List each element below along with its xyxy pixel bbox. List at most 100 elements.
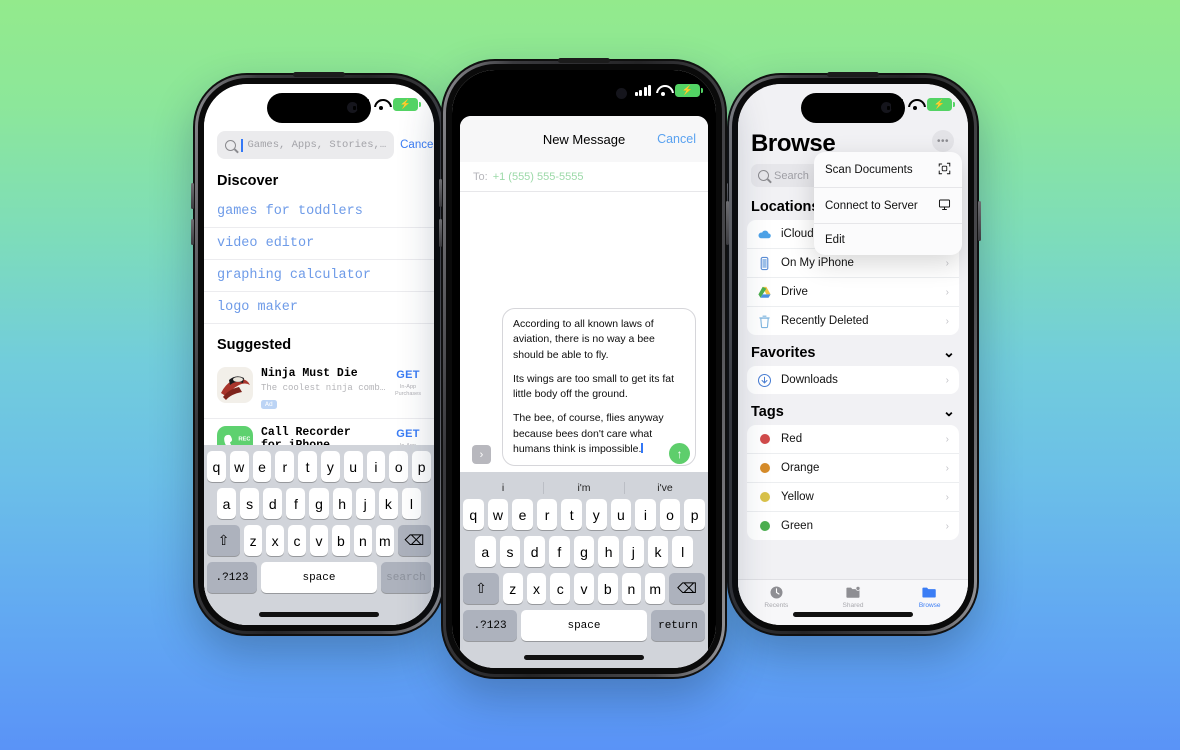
center-key-b[interactable]: b xyxy=(597,573,618,604)
home-indicator[interactable] xyxy=(259,612,379,617)
list-item-tag-green[interactable]: Green › xyxy=(747,512,959,540)
center-key-s[interactable]: s xyxy=(499,536,521,567)
left-key-p[interactable]: p xyxy=(412,451,431,482)
left-key-k[interactable]: k xyxy=(378,488,398,519)
left-key-d[interactable]: d xyxy=(263,488,283,519)
cancel-button[interactable]: Cancel xyxy=(400,139,434,151)
left-key-m[interactable]: m xyxy=(375,525,394,556)
left-key-u[interactable]: u xyxy=(343,451,363,482)
left-key-c[interactable]: c xyxy=(288,525,307,556)
tab-browse[interactable]: Browse xyxy=(891,584,968,609)
volume-up-button[interactable] xyxy=(439,179,442,207)
send-button[interactable]: ↑ xyxy=(669,443,690,464)
home-indicator[interactable] xyxy=(524,655,644,660)
center-key-q[interactable]: q xyxy=(463,499,484,530)
center-key-z[interactable]: z xyxy=(502,573,523,604)
discover-term-0[interactable]: games for toddlers xyxy=(204,196,434,228)
backspace-key[interactable]: ⌫ xyxy=(397,525,432,556)
left-key-z[interactable]: z xyxy=(244,525,263,556)
left-key-o[interactable]: o xyxy=(389,451,409,482)
center-key-h[interactable]: h xyxy=(598,536,620,567)
left-key-l[interactable]: l xyxy=(401,488,421,519)
left-key-t[interactable]: t xyxy=(298,451,317,482)
center-key-a[interactable]: a xyxy=(474,536,496,567)
menu-item-connect-to-server[interactable]: Connect to Server xyxy=(814,188,962,224)
list-item-recently-deleted[interactable]: Recently Deleted › xyxy=(747,307,959,335)
suggestion-0[interactable]: i xyxy=(463,481,544,494)
app-row[interactable]: Ninja Must Die The coolest ninja combat…… xyxy=(204,360,434,419)
section-header-favorites[interactable]: Favorites ⌄ xyxy=(738,335,968,366)
power-button[interactable] xyxy=(978,201,981,241)
center-key-w[interactable]: w xyxy=(487,499,509,530)
suggestion-1[interactable]: i'm xyxy=(544,481,625,494)
more-options-button[interactable]: ••• xyxy=(932,130,954,152)
power-button[interactable] xyxy=(726,201,729,245)
chevron-right-icon[interactable]: › xyxy=(472,445,491,464)
left-key-w[interactable]: w xyxy=(229,451,249,482)
volume-down-button[interactable] xyxy=(439,219,442,247)
left-key-b[interactable]: b xyxy=(331,525,350,556)
left-key-s[interactable]: s xyxy=(240,488,260,519)
center-key-t[interactable]: t xyxy=(561,499,582,530)
center-key-e[interactable]: e xyxy=(512,499,533,530)
center-key-k[interactable]: k xyxy=(647,536,669,567)
chevron-down-icon[interactable]: ⌄ xyxy=(943,345,955,361)
search-input[interactable]: Games, Apps, Stories,… xyxy=(217,131,395,159)
center-key-l[interactable]: l xyxy=(672,536,694,567)
left-key-i[interactable]: i xyxy=(366,451,386,482)
numbers-key[interactable]: .?123 xyxy=(463,610,518,641)
list-item-tag-orange[interactable]: Orange › xyxy=(747,454,959,483)
space-key[interactable]: space xyxy=(261,562,377,593)
backspace-key[interactable]: ⌫ xyxy=(669,573,705,604)
left-key-f[interactable]: f xyxy=(286,488,306,519)
space-key[interactable]: space xyxy=(521,610,647,641)
center-key-d[interactable]: d xyxy=(524,536,545,567)
center-key-y[interactable]: y xyxy=(586,499,607,530)
search-key[interactable]: search xyxy=(380,562,431,593)
center-key-f[interactable]: f xyxy=(549,536,570,567)
left-key-e[interactable]: e xyxy=(252,451,272,482)
center-key-n[interactable]: n xyxy=(621,573,642,604)
list-item-tag-yellow[interactable]: Yellow › xyxy=(747,483,959,512)
return-key[interactable]: return xyxy=(650,610,705,641)
get-button[interactable]: GET xyxy=(395,369,421,381)
left-key-g[interactable]: g xyxy=(309,488,329,519)
recipient-field[interactable]: To: +1 (555) 555-5555 xyxy=(460,162,708,192)
suggestion-2[interactable]: i've xyxy=(625,482,705,494)
shift-key[interactable]: ⇧ xyxy=(463,573,499,604)
center-key-i[interactable]: i xyxy=(635,499,656,530)
list-item-downloads[interactable]: Downloads › xyxy=(747,366,959,394)
tab-recents[interactable]: Recents xyxy=(738,584,815,609)
menu-item-scan-documents[interactable]: Scan Documents xyxy=(814,152,962,188)
chevron-down-icon[interactable]: ⌄ xyxy=(943,404,955,420)
discover-term-1[interactable]: video editor xyxy=(204,228,434,260)
left-key-n[interactable]: n xyxy=(353,525,372,556)
volume-down-button[interactable] xyxy=(191,219,194,245)
center-key-v[interactable]: v xyxy=(574,573,594,604)
shift-key[interactable]: ⇧ xyxy=(207,525,241,556)
center-key-r[interactable]: r xyxy=(536,499,558,530)
section-header-tags[interactable]: Tags ⌄ xyxy=(738,394,968,425)
center-key-c[interactable]: c xyxy=(550,573,571,604)
tab-shared[interactable]: Shared xyxy=(815,584,892,609)
center-key-g[interactable]: g xyxy=(573,536,595,567)
left-key-v[interactable]: v xyxy=(310,525,328,556)
volume-up-button[interactable] xyxy=(191,183,194,209)
left-key-r[interactable]: r xyxy=(275,451,295,482)
left-key-h[interactable]: h xyxy=(332,488,352,519)
discover-term-3[interactable]: logo maker xyxy=(204,292,434,324)
get-button[interactable]: GET xyxy=(395,428,421,440)
message-input[interactable]: According to all known laws of aviation,… xyxy=(502,308,696,466)
left-key-j[interactable]: j xyxy=(355,488,375,519)
left-key-a[interactable]: a xyxy=(217,488,237,519)
list-item-drive[interactable]: Drive › xyxy=(747,278,959,307)
menu-item-edit[interactable]: Edit xyxy=(814,224,962,255)
discover-term-2[interactable]: graphing calculator xyxy=(204,260,434,292)
left-key-x[interactable]: x xyxy=(266,525,285,556)
center-key-j[interactable]: j xyxy=(623,536,644,567)
numbers-key[interactable]: .?123 xyxy=(207,562,258,593)
cancel-button[interactable]: Cancel xyxy=(657,132,696,146)
center-key-u[interactable]: u xyxy=(610,499,632,530)
left-key-y[interactable]: y xyxy=(321,451,340,482)
center-key-o[interactable]: o xyxy=(659,499,681,530)
